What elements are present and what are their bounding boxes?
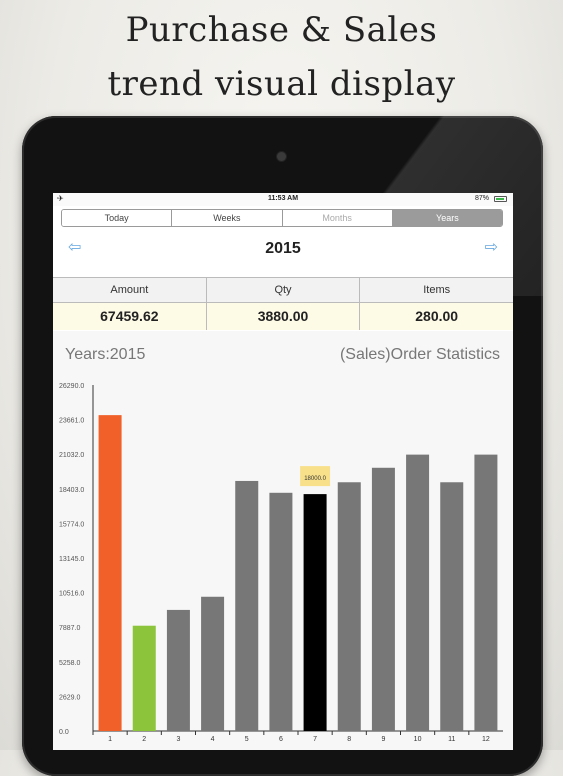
stats-header-qty: Qty: [207, 278, 361, 302]
y-tick-label: 15774.0: [59, 521, 84, 528]
tab-today[interactable]: Today: [62, 210, 173, 226]
summary-stats-table: Amount Qty Items 67459.62 3880.00 280.00: [53, 277, 513, 330]
battery-percent: 87%: [474, 195, 489, 202]
bar-month-11: [440, 482, 464, 731]
y-tick-label: 26290.0: [59, 383, 84, 390]
bar-month-12: [474, 454, 498, 731]
x-tick-label: 5: [245, 736, 249, 743]
tab-years[interactable]: Years: [392, 210, 502, 226]
y-tick-label: 13145.0: [59, 556, 84, 563]
y-tick-label: 5258.0: [59, 660, 81, 667]
stats-value-qty: 3880.00: [207, 303, 361, 330]
x-tick-label: 10: [414, 736, 422, 743]
x-tick-label: 2: [142, 736, 146, 743]
stats-header-row: Amount Qty Items: [53, 278, 513, 303]
stats-value-amount: 67459.62: [53, 303, 207, 330]
year-navigation: ⇦ 2015 ⇨: [53, 233, 513, 263]
bar-month-10: [406, 454, 430, 731]
y-tick-label: 0.0: [59, 729, 69, 736]
tab-months[interactable]: Months: [282, 210, 393, 226]
chart-panel: Years:2015 (Sales)Order Statistics 0.0 26…: [53, 331, 513, 750]
y-tick-label: 23661.0: [59, 418, 84, 425]
status-bar: ✈ 11:53 AM 87%: [53, 193, 513, 206]
app-screen: ✈ 11:53 AM 87% Today Weeks Months Years …: [53, 193, 513, 750]
bar-month-1: [98, 415, 122, 731]
status-time: 11:53 AM: [267, 195, 299, 202]
y-tick-label: 7887.0: [59, 625, 81, 632]
x-tick-label: 11: [448, 736, 455, 743]
bar-month-3: [166, 609, 190, 731]
headline-line-2: trend visual display: [107, 64, 456, 104]
bar-month-5: [235, 480, 259, 731]
camera-icon: [277, 152, 286, 161]
x-tick-label: 6: [279, 736, 283, 743]
y-tick-label: 18403.0: [59, 487, 84, 494]
x-tick-label: 8: [347, 736, 351, 743]
stats-header-amount: Amount: [53, 278, 207, 302]
stats-value-items: 280.00: [415, 308, 459, 324]
x-tick-label: 3: [176, 736, 180, 743]
y-tick-label: 21032.0: [59, 452, 84, 459]
headline-line-1: Purchase & Sales: [125, 10, 438, 50]
value-callout-label: 18000.0: [304, 476, 326, 482]
year-title: 2015: [265, 240, 301, 257]
period-segmented-control: Today Weeks Months Years: [61, 209, 503, 227]
bar-month-7: [303, 494, 327, 731]
bar-month-9: [371, 467, 395, 731]
y-tick-label: 2629.0: [59, 694, 81, 701]
x-tick-label: 7: [313, 736, 317, 743]
arrow-right-icon[interactable]: ⇨: [485, 237, 498, 257]
bar-chart: 0.0 2629.0 5258.0 7887.0 10516.0 13145.0 15774…: [59, 383, 503, 743]
stats-header-items: Items: [423, 284, 451, 296]
y-tick-label: 10516.0: [59, 591, 84, 598]
tab-weeks[interactable]: Weeks: [172, 210, 283, 226]
battery-icon: [494, 196, 507, 202]
x-tick-label: 12: [482, 736, 490, 743]
bar-month-4: [201, 596, 225, 731]
x-tick-label: 9: [381, 736, 385, 743]
x-tick-label: 4: [211, 736, 215, 743]
stats-value-row: 67459.62 3880.00 280.00: [53, 303, 513, 330]
bar-month-8: [337, 482, 361, 731]
x-tick-label: 1: [108, 736, 112, 743]
bar-month-2: [132, 625, 156, 731]
bar-month-6: [269, 492, 293, 731]
